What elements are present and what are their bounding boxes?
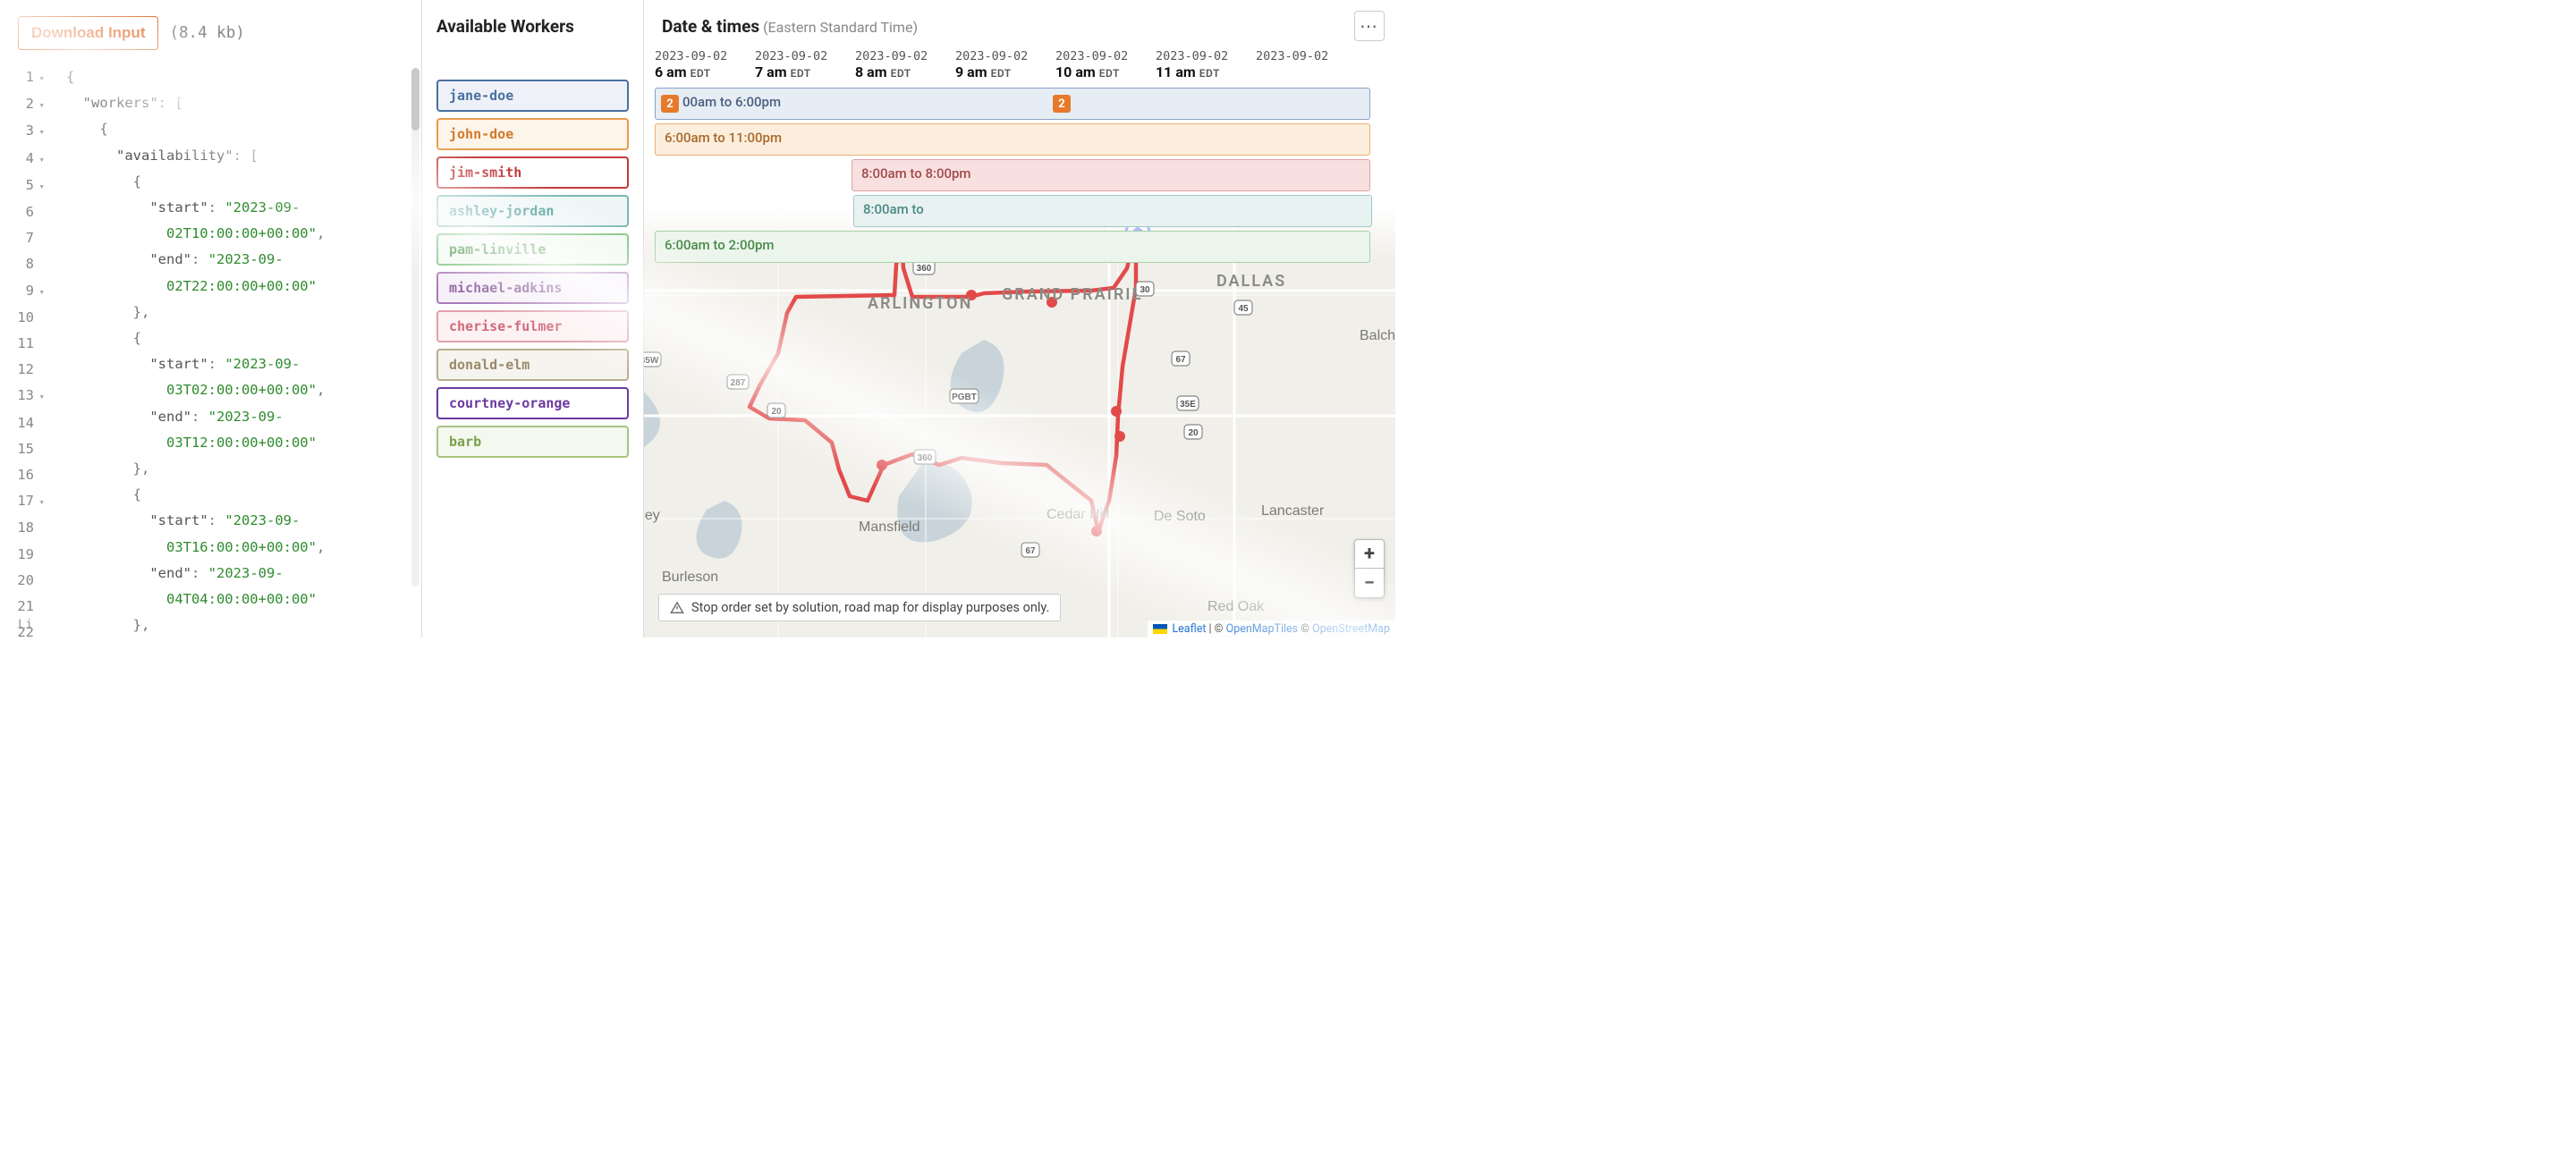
zoom-control: + − [1354,539,1385,598]
worker-chip-cherise-fulmer[interactable]: cherise-fulmer [436,310,629,342]
svg-text:Crowley: Crowley [644,508,660,523]
time-column: 2023-09-02 10 am EDT [1055,49,1156,80]
svg-text:Cedar Hill: Cedar Hill [1046,507,1109,522]
warning-icon [670,601,684,615]
svg-text:Lancaster: Lancaster [1261,503,1325,519]
svg-text:Balch S: Balch S [1360,328,1395,343]
svg-text:Burleson: Burleson [662,570,718,585]
code-content: { "workers": [ { "availability": [ { "st… [66,64,412,638]
worker-chip-john-doe[interactable]: john-doe [436,118,629,150]
time-column: 2023-09-02 6 am EDT [655,49,755,80]
svg-text:Red Oak: Red Oak [1208,599,1265,614]
gantt-row[interactable]: 8:00am to [853,195,1372,227]
worker-chip-pam-linville[interactable]: pam-linville [436,233,629,266]
worker-list: jane-doe john-doe jim-smith ashley-jordan pa… [436,80,629,458]
svg-text:35E: 35E [1180,400,1196,410]
code-panel: Download Input (8.4 kb) 1▾2▾3▾4▾5▾6789▾1… [0,0,422,638]
svg-text:20: 20 [1188,428,1199,438]
gantt-row[interactable]: 6:00am to 2:00pm [655,231,1370,263]
time-column: 2023-09-02 8 am EDT [855,49,955,80]
zoom-out-button[interactable]: − [1355,569,1384,597]
svg-text:67: 67 [1175,355,1186,365]
worker-chip-michael-adkins[interactable]: michael-adkins [436,272,629,304]
filesize-label: (8.4 kb) [169,24,244,42]
scrollbar-thumb[interactable] [411,68,419,131]
worker-chip-donald-elm[interactable]: donald-elm [436,349,629,381]
openstreetmap-link[interactable]: OpenStreetMap [1312,622,1390,636]
svg-text:45: 45 [1238,304,1249,314]
svg-text:30: 30 [1140,285,1150,295]
svg-text:35W: 35W [644,356,659,366]
svg-text:20: 20 [771,407,782,417]
download-input-button[interactable]: Download Input [18,16,158,50]
map-attribution: Leaflet | © OpenMapTiles © OpenStreetMap [1148,621,1395,638]
worker-chip-barb[interactable]: barb [436,426,629,458]
time-column: 2023-09-02 7 am EDT [755,49,855,80]
disclaimer-text: Stop order set by solution, road map for… [691,600,1049,615]
svg-text:GRAND PRAIRIE: GRAND PRAIRIE [1002,285,1143,304]
gantt-row[interactable]: 6:00am to 11:00pm [655,123,1370,156]
svg-text:Mansfield: Mansfield [859,519,919,535]
zoom-in-button[interactable]: + [1355,540,1384,569]
gantt-row[interactable]: 8:00am to 8:00pm [852,159,1370,191]
more-button[interactable]: ⋯ [1354,11,1385,41]
svg-text:ARLINGTON: ARLINGTON [868,294,972,313]
svg-text:PGBT: PGBT [952,393,977,402]
scrollbar-track [411,68,419,587]
gantt-chart: 00am to 6:00pm226:00am to 11:00pm8:00am … [655,88,1377,275]
line-gutter: 1▾2▾3▾4▾5▾6789▾10111213▾14151617▾1819202… [0,64,52,638]
worker-chip-jim-smith[interactable]: jim-smith [436,156,629,189]
openmaptiles-link[interactable]: OpenMapTiles [1226,622,1299,636]
workers-title: Available Workers [436,16,629,37]
workers-panel: Available Workers jane-doe john-doe jim-sm… [422,0,644,638]
time-column: 2023-09-02 11 am EDT [1156,49,1256,80]
code-editor[interactable]: 1▾2▾3▾4▾5▾6789▾10111213▾14151617▾1819202… [0,61,421,638]
timeline-header: Date & times (Eastern Standard Time) 202… [644,0,1395,279]
svg-text:67: 67 [1025,546,1036,556]
worker-chip-courtney-orange[interactable]: courtney-orange [436,387,629,419]
time-columns: 2023-09-02 6 am EDT 2023-09-02 7 am EDT … [655,37,1377,88]
disclaimer-banner: Stop order set by solution, road map for… [658,594,1061,621]
status-line: Li [18,618,33,632]
time-column: 2023-09-02 [1256,49,1356,80]
svg-text:De Soto: De Soto [1154,509,1206,524]
ukraine-flag-icon [1153,624,1167,634]
svg-text:287: 287 [731,378,746,388]
right-panel: RICHARDSONGARLANDIRVINGDALLASARLINGTONGR… [644,0,1395,638]
svg-text:360: 360 [918,453,933,463]
time-column: 2023-09-02 9 am EDT [955,49,1055,80]
code-header: Download Input (8.4 kb) [0,0,421,61]
timeline-title: Date & times [662,16,759,37]
leaflet-link[interactable]: Leaflet [1172,622,1206,636]
timeline-tz: (Eastern Standard Time) [763,19,918,36]
worker-chip-jane-doe[interactable]: jane-doe [436,80,629,112]
worker-chip-ashley-jordan[interactable]: ashley-jordan [436,195,629,227]
gantt-row[interactable]: 00am to 6:00pm22 [655,88,1370,120]
